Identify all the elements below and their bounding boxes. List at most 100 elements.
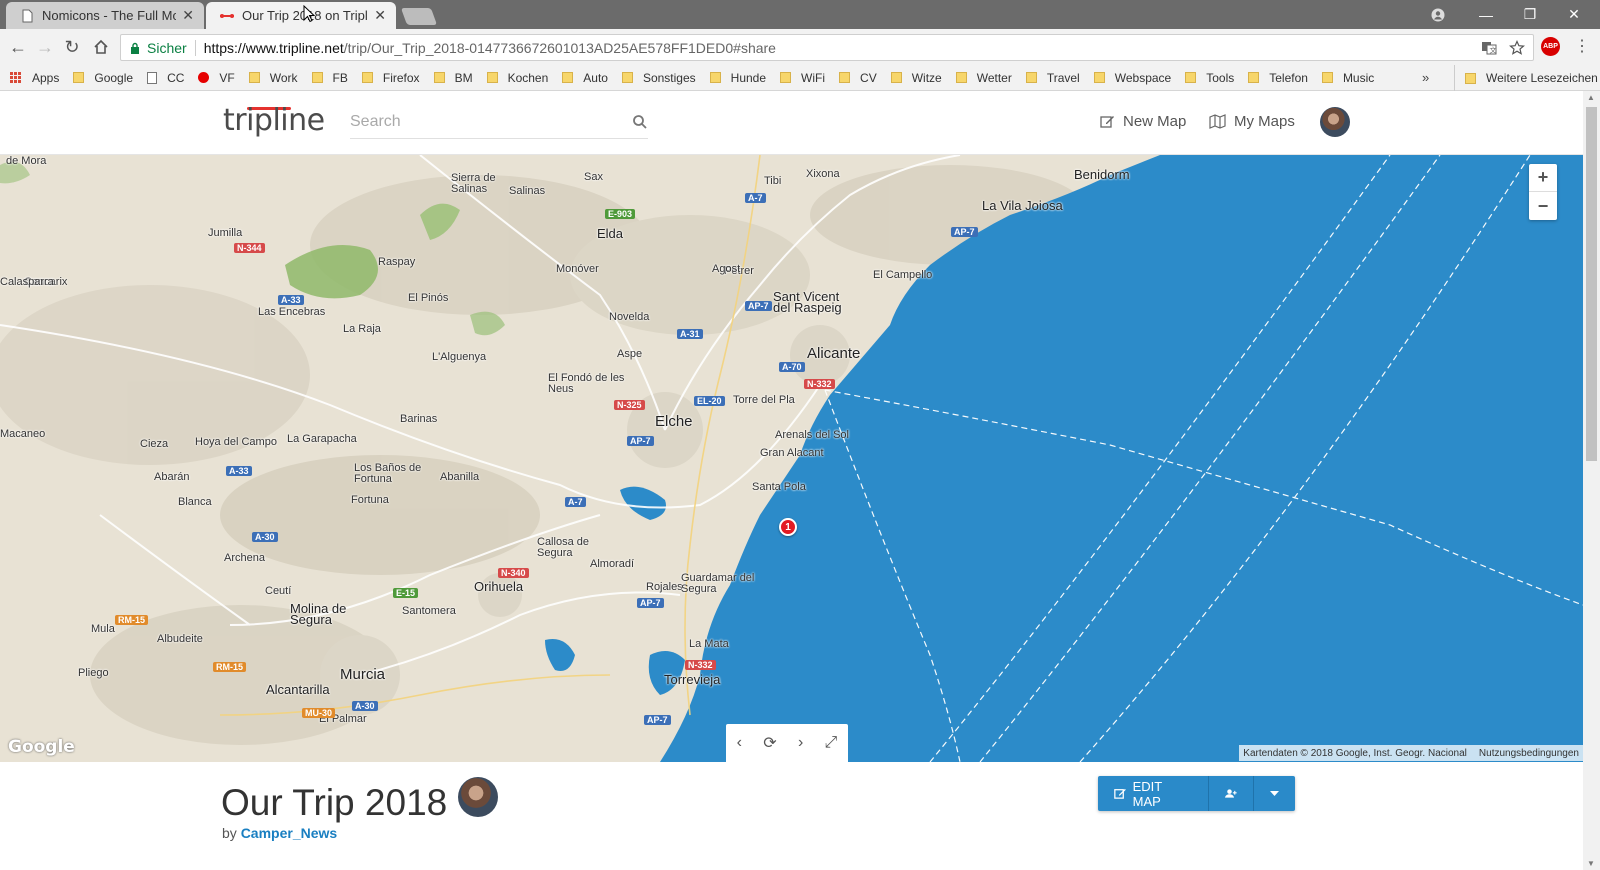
bookmark-webspace[interactable]: Webspace <box>1093 70 1172 85</box>
bookmark-label: Wetter <box>976 70 1012 85</box>
terms-link[interactable]: Nutzungsbedingungen <box>1479 748 1579 759</box>
profile-icon[interactable] <box>1416 0 1460 29</box>
bookmark-work[interactable]: Work <box>248 71 298 85</box>
reload-icon[interactable]: ↻ <box>60 35 84 59</box>
browser-tab-nomicons[interactable]: Nomicons - The Full Mor ✕ <box>6 2 204 29</box>
home-icon[interactable] <box>89 35 113 59</box>
map-place-label: Novelda <box>609 311 650 323</box>
lock-icon <box>131 42 139 54</box>
trip-map[interactable]: Benidorm La Vila Joiosa El Campello Sant Vi… <box>0 155 1583 762</box>
bookmark-fb[interactable]: FB <box>311 71 348 85</box>
trip-marker-pin[interactable]: 1 <box>779 518 797 536</box>
bookmark-firefox[interactable]: Firefox <box>361 70 420 85</box>
browser-tab-title: Nomicons - The Full Mor <box>42 8 177 23</box>
bookmark-cv[interactable]: CV <box>839 71 877 85</box>
site-header: tripline New Map My Maps <box>0 91 1583 155</box>
close-window-icon[interactable]: ✕ <box>1552 0 1596 29</box>
bookmark-google[interactable]: Google <box>73 71 133 85</box>
map-place-label: Monóver <box>556 263 599 275</box>
next-stop-icon[interactable]: › <box>798 734 803 752</box>
map-road-shield: N-340 <box>498 568 529 578</box>
minimize-window-icon[interactable]: — <box>1464 0 1508 29</box>
browser-menu-icon[interactable]: ⋮ <box>1574 36 1590 56</box>
address-separator <box>194 39 196 56</box>
forward-icon[interactable]: → <box>33 35 57 59</box>
bookmark-sonstiges[interactable]: Sonstiges <box>621 70 696 85</box>
close-tab-icon[interactable]: ✕ <box>182 7 194 24</box>
map-place-label: Fortuna <box>351 494 389 506</box>
replay-icon[interactable]: ⟳ <box>763 733 776 753</box>
bookmark-tools[interactable]: Tools <box>1185 71 1234 85</box>
more-options-button[interactable] <box>1253 776 1295 811</box>
zoom-in-button[interactable]: + <box>1529 164 1557 192</box>
map-place-label: El Fondó de les Neus <box>548 372 625 395</box>
maximize-window-icon[interactable]: ❐ <box>1508 0 1552 29</box>
bookmark-label: Sonstiges <box>642 70 696 85</box>
fullscreen-icon[interactable]: ⤢ <box>825 734 838 752</box>
map-road-shield: AP-7 <box>951 227 978 237</box>
my-maps-link[interactable]: My Maps <box>1209 113 1295 130</box>
new-map-label: New Map <box>1123 113 1187 130</box>
bookmarks-overflow-icon[interactable]: » <box>1422 70 1429 85</box>
bookmark-label: CC <box>167 70 185 85</box>
translate-icon[interactable]: 文 <box>1481 40 1497 56</box>
edit-map-button[interactable]: EDIT MAP <box>1098 776 1208 811</box>
map-road-shield: RM-15 <box>115 615 149 625</box>
add-collaborator-button[interactable] <box>1208 776 1253 811</box>
trip-byline: by Camper_News <box>222 825 337 841</box>
page-scrollbar[interactable]: ▲ ▼ <box>1583 91 1600 870</box>
close-tab-icon[interactable]: ✕ <box>374 7 386 24</box>
bookmark-witze[interactable]: Witze <box>890 71 942 85</box>
map-place-label: Blanca <box>178 496 212 508</box>
new-tab-button[interactable] <box>400 8 438 25</box>
map-road-shield: N-332 <box>685 660 716 670</box>
zoom-out-button[interactable]: − <box>1529 192 1557 220</box>
folder-icon <box>73 72 85 83</box>
bookmark-bm[interactable]: BM <box>433 71 473 85</box>
bookmark-wetter[interactable]: Wetter <box>955 70 1012 85</box>
address-bar[interactable]: Sicher https://www.tripline.net/trip/Our… <box>120 34 1534 61</box>
bookmark-hunde[interactable]: Hunde <box>709 71 766 85</box>
map-road-shield: MU-30 <box>302 708 336 718</box>
bookmark-label: Music <box>1342 70 1375 85</box>
bookmark-apps[interactable]: Apps <box>10 71 59 85</box>
new-map-link[interactable]: New Map <box>1100 113 1186 130</box>
author-link[interactable]: Camper_News <box>241 825 338 841</box>
map-road-shield: A-7 <box>565 497 586 507</box>
bookmark-kochen[interactable]: Kochen <box>486 71 548 85</box>
previous-stop-icon[interactable]: ‹ <box>737 734 742 752</box>
scroll-thumb[interactable] <box>1586 107 1597 461</box>
bookmark-label: Webspace <box>1114 70 1172 85</box>
browser-tab-tripline[interactable]: Our Trip 2018 on Tripline ✕ <box>206 2 396 29</box>
bookmark-travel[interactable]: Travel <box>1025 71 1080 85</box>
bookmark-label: CV <box>860 70 877 85</box>
bookmark-auto[interactable]: Auto <box>562 71 608 85</box>
bookmark-telefon[interactable]: Telefon <box>1248 71 1308 85</box>
bookmark-music[interactable]: Music <box>1321 70 1375 85</box>
map-place-label: Orihuela <box>474 579 524 594</box>
tripline-favicon-icon <box>220 13 234 18</box>
bookmark-other[interactable]: Weitere Lesezeichen <box>1454 65 1598 91</box>
search-icon[interactable] <box>632 114 648 130</box>
tripline-logo[interactable]: tripline <box>223 103 325 138</box>
map-place-label: Los Baños de Fortuna <box>354 462 422 485</box>
adblock-icon[interactable]: ABP <box>1541 37 1560 56</box>
scroll-down-icon[interactable]: ▼ <box>1587 859 1595 868</box>
map-road-shield: A-7 <box>745 193 766 203</box>
trip-title: Our Trip 2018 <box>221 782 448 823</box>
user-avatar[interactable] <box>1320 107 1350 137</box>
back-icon[interactable]: ← <box>6 35 30 59</box>
scroll-up-icon[interactable]: ▲ <box>1587 93 1595 102</box>
apps-grid-icon <box>10 71 22 84</box>
folder-icon <box>780 72 792 83</box>
bookmark-cc[interactable]: CC <box>147 71 184 85</box>
star-icon[interactable] <box>1509 40 1525 56</box>
bookmark-wifi[interactable]: WiFi <box>780 71 825 85</box>
search-input[interactable] <box>350 107 620 137</box>
map-place-label: Elche <box>655 413 693 430</box>
url-text: https://www.tripline.net/trip/Our_Trip_2… <box>204 40 776 56</box>
author-avatar[interactable] <box>458 777 498 817</box>
map-place-label: Cieza <box>140 438 169 450</box>
bookmark-label: Firefox <box>382 70 420 85</box>
bookmark-vf[interactable]: VF <box>198 71 235 85</box>
